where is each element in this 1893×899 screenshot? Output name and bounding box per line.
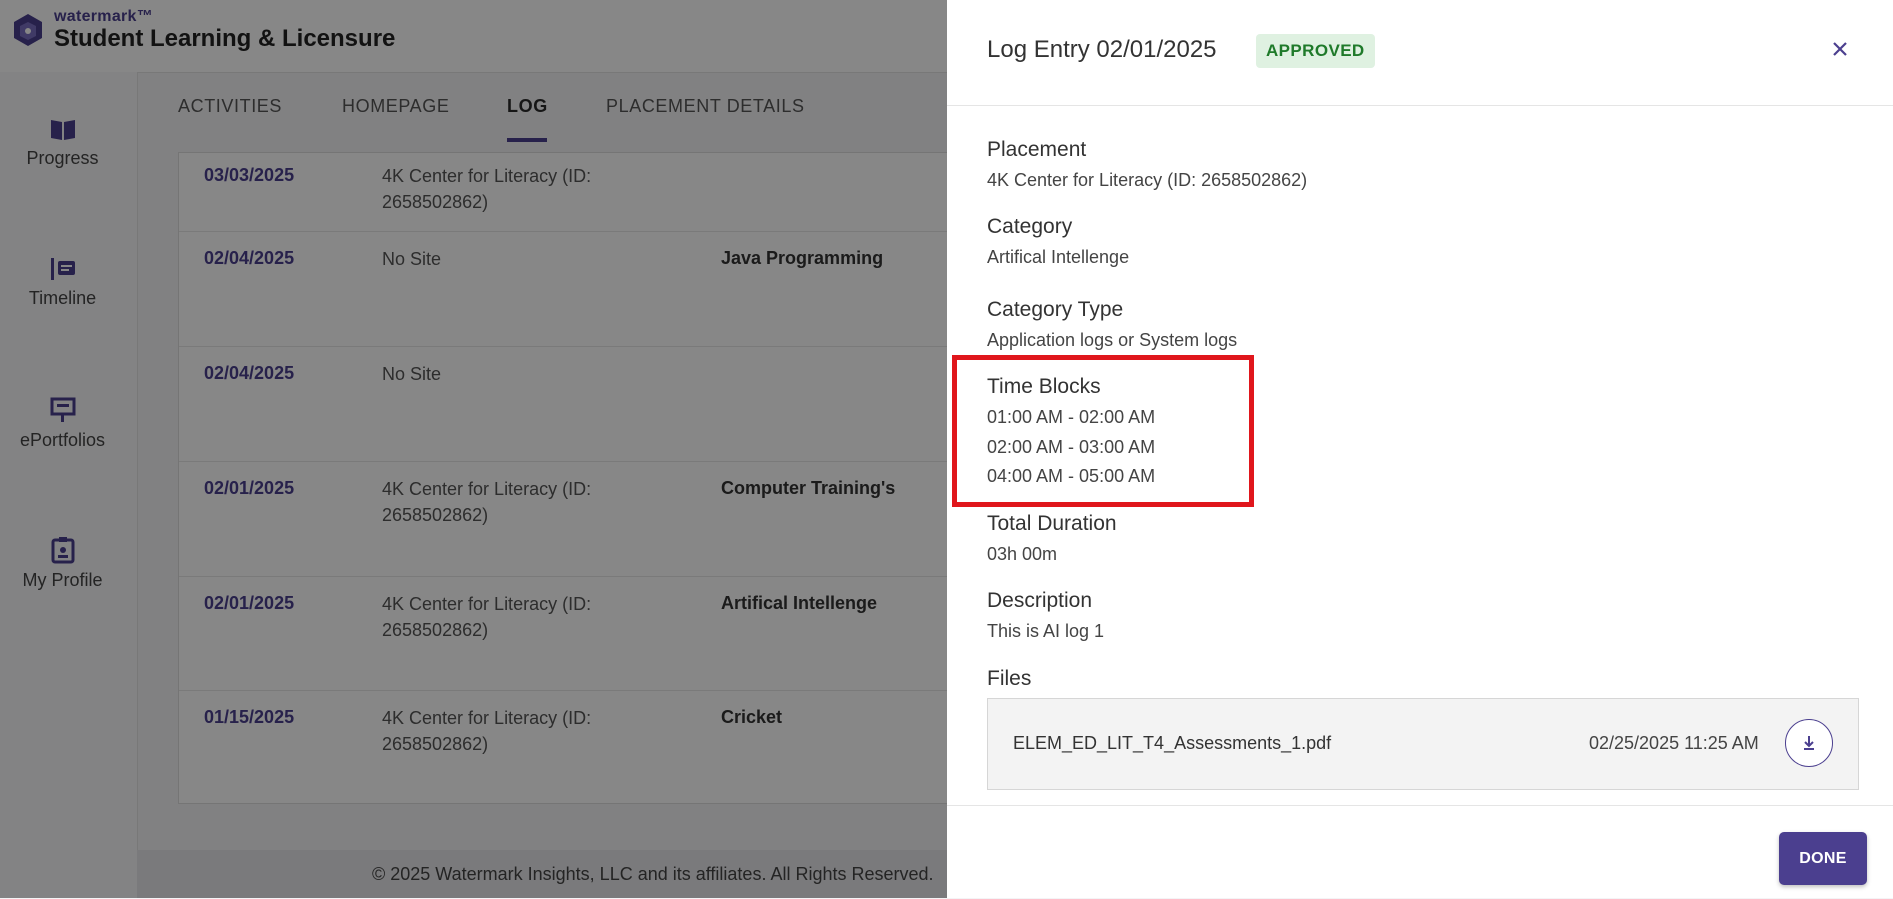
drawer-title: Log Entry 02/01/2025 xyxy=(987,36,1217,63)
category-type-value: Application logs or System logs xyxy=(987,330,1238,350)
total-duration-label: Total Duration xyxy=(987,512,1117,535)
time-blocks-highlight xyxy=(952,355,1254,507)
download-icon xyxy=(1804,736,1814,750)
done-button[interactable]: DONE xyxy=(1779,832,1867,885)
file-attachment: ELEM_ED_LIT_T4_Assessments_1.pdf 02/25/2… xyxy=(987,698,1859,790)
category-type-label: Category Type xyxy=(987,298,1124,321)
download-button[interactable] xyxy=(1785,719,1833,767)
total-duration-value: 03h 00m xyxy=(987,544,1058,564)
drawer-footer: DONE xyxy=(947,805,1893,899)
files-label: Files xyxy=(987,667,1032,690)
category-value: Artifical Intellenge xyxy=(987,247,1130,267)
file-date: 02/25/2025 11:25 AM xyxy=(1589,733,1759,753)
placement-value: 4K Center for Literacy (ID: 2658502862) xyxy=(987,170,1308,190)
drawer-header: Log Entry 02/01/2025 APPROVED xyxy=(947,0,1893,106)
close-icon[interactable] xyxy=(1829,38,1851,60)
status-badge: APPROVED xyxy=(1256,34,1375,68)
description-label: Description xyxy=(987,589,1093,612)
category-label: Category xyxy=(987,215,1073,238)
description-value: This is AI log 1 xyxy=(987,621,1105,641)
file-name: ELEM_ED_LIT_T4_Assessments_1.pdf xyxy=(1013,733,1332,753)
placement-label: Placement xyxy=(987,138,1087,161)
